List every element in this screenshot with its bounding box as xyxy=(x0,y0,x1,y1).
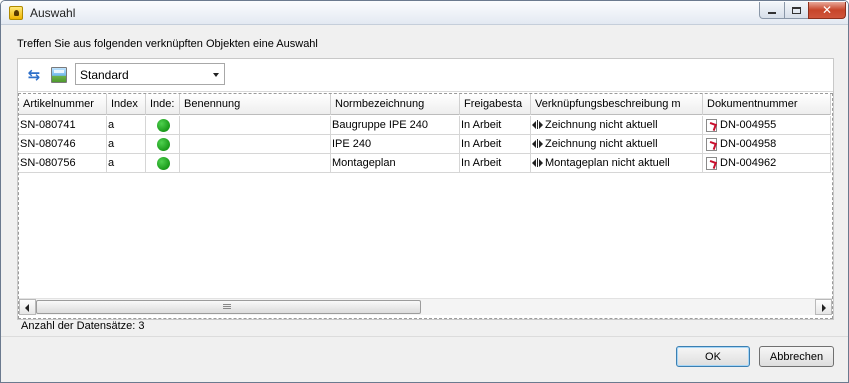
verknuepfung-text: Montageplan nicht aktuell xyxy=(545,157,670,169)
close-icon: ✕ xyxy=(821,3,833,17)
dokumentnummer-text: DN-004955 xyxy=(720,119,777,131)
cell-index-status xyxy=(146,154,180,173)
scroll-thumb[interactable] xyxy=(36,300,421,314)
close-button[interactable]: ✕ xyxy=(808,2,846,19)
cell-dokumentnummer: DN-004958 xyxy=(703,135,831,154)
grid-header: Artikelnummer Index Inde: Benennung Norm… xyxy=(19,94,831,115)
cell-verknuepfung: Montageplan nicht aktuell xyxy=(531,154,703,173)
maximize-button[interactable] xyxy=(784,2,809,19)
cell-normbezeichnung: Baugruppe IPE 240 xyxy=(331,116,460,135)
view-select[interactable]: Standard xyxy=(75,63,225,85)
view-select-value: Standard xyxy=(80,68,129,82)
cell-benennung xyxy=(180,154,331,173)
document-icon xyxy=(706,138,717,151)
verknuepfung-text: Zeichnung nicht aktuell xyxy=(545,119,658,131)
cell-dokumentnummer: DN-004955 xyxy=(703,116,831,135)
cell-artikelnummer: SN-080741 xyxy=(19,116,107,135)
toolbar: ⇆ Standard xyxy=(18,59,833,92)
column-header-normbezeichnung[interactable]: Normbezeichnung xyxy=(331,94,460,115)
table-row[interactable]: SN-080741 a Baugruppe IPE 240 In Arbeit … xyxy=(19,116,831,135)
content-frame: ⇆ Standard Artikelnummer Index Inde: Ben… xyxy=(17,58,834,320)
title-bar[interactable]: Auswahl ✕ xyxy=(1,1,848,25)
maximize-icon xyxy=(792,6,801,14)
cell-index-status xyxy=(146,116,180,135)
column-header-index-status[interactable]: Inde: xyxy=(146,94,180,115)
table-row[interactable]: SN-080746 a IPE 240 In Arbeit Zeichnung … xyxy=(19,135,831,154)
document-icon xyxy=(706,157,717,170)
ok-button[interactable]: OK xyxy=(676,346,750,367)
minimize-button[interactable] xyxy=(759,2,785,19)
document-icon xyxy=(706,119,717,132)
link-direction-icon xyxy=(532,139,543,148)
cell-normbezeichnung: IPE 240 xyxy=(331,135,460,154)
cell-index: a xyxy=(107,135,146,154)
cell-index: a xyxy=(107,154,146,173)
footer-divider xyxy=(1,336,848,337)
cell-freigabestatus: In Arbeit xyxy=(460,116,531,135)
cell-freigabestatus: In Arbeit xyxy=(460,135,531,154)
scroll-right-button[interactable] xyxy=(815,299,832,315)
refresh-arrows-icon[interactable]: ⇆ xyxy=(26,67,42,84)
chevron-down-icon xyxy=(213,73,219,77)
layout-image-icon[interactable] xyxy=(51,67,67,83)
cell-index-status xyxy=(146,135,180,154)
cell-freigabestatus: In Arbeit xyxy=(460,154,531,173)
horizontal-scrollbar[interactable] xyxy=(19,298,832,315)
record-count: Anzahl der Datensätze: 3 xyxy=(21,320,145,332)
cell-artikelnummer: SN-080746 xyxy=(19,135,107,154)
scroll-left-button[interactable] xyxy=(19,299,36,315)
dokumentnummer-text: DN-004958 xyxy=(720,138,777,150)
status-dot-icon xyxy=(157,119,170,132)
cell-artikelnummer: SN-080756 xyxy=(19,154,107,173)
cell-verknuepfung: Zeichnung nicht aktuell xyxy=(531,135,703,154)
status-dot-icon xyxy=(157,157,170,170)
cell-normbezeichnung: Montageplan xyxy=(331,154,460,173)
cell-verknuepfung: Zeichnung nicht aktuell xyxy=(531,116,703,135)
verknuepfung-text: Zeichnung nicht aktuell xyxy=(545,138,658,150)
column-header-verknuepfung[interactable]: Verknüpfungsbeschreibung m xyxy=(531,94,703,115)
column-header-index[interactable]: Index xyxy=(107,94,146,115)
instruction-text: Treffen Sie aus folgenden verknüpften Ob… xyxy=(17,38,318,50)
cell-index: a xyxy=(107,116,146,135)
cell-benennung xyxy=(180,116,331,135)
cell-benennung xyxy=(180,135,331,154)
cancel-button[interactable]: Abbrechen xyxy=(759,346,834,367)
column-header-dokumentnummer[interactable]: Dokumentnummer xyxy=(703,94,831,115)
column-header-freigabestatus[interactable]: Freigabesta xyxy=(460,94,531,115)
window-title: Auswahl xyxy=(30,6,76,20)
cell-dokumentnummer: DN-004962 xyxy=(703,154,831,173)
dokumentnummer-text: DN-004962 xyxy=(720,157,777,169)
dialog-window: Auswahl ✕ Treffen Sie aus folgenden verk… xyxy=(0,0,849,383)
minimize-icon xyxy=(768,12,776,14)
link-direction-icon xyxy=(532,158,543,167)
app-icon xyxy=(9,6,23,20)
column-header-artikelnummer[interactable]: Artikelnummer xyxy=(19,94,107,115)
results-grid: Artikelnummer Index Inde: Benennung Norm… xyxy=(18,93,833,319)
status-dot-icon xyxy=(157,138,170,151)
column-header-benennung[interactable]: Benennung xyxy=(180,94,331,115)
link-direction-icon xyxy=(532,120,543,129)
table-row[interactable]: SN-080756 a Montageplan In Arbeit Montag… xyxy=(19,154,831,173)
